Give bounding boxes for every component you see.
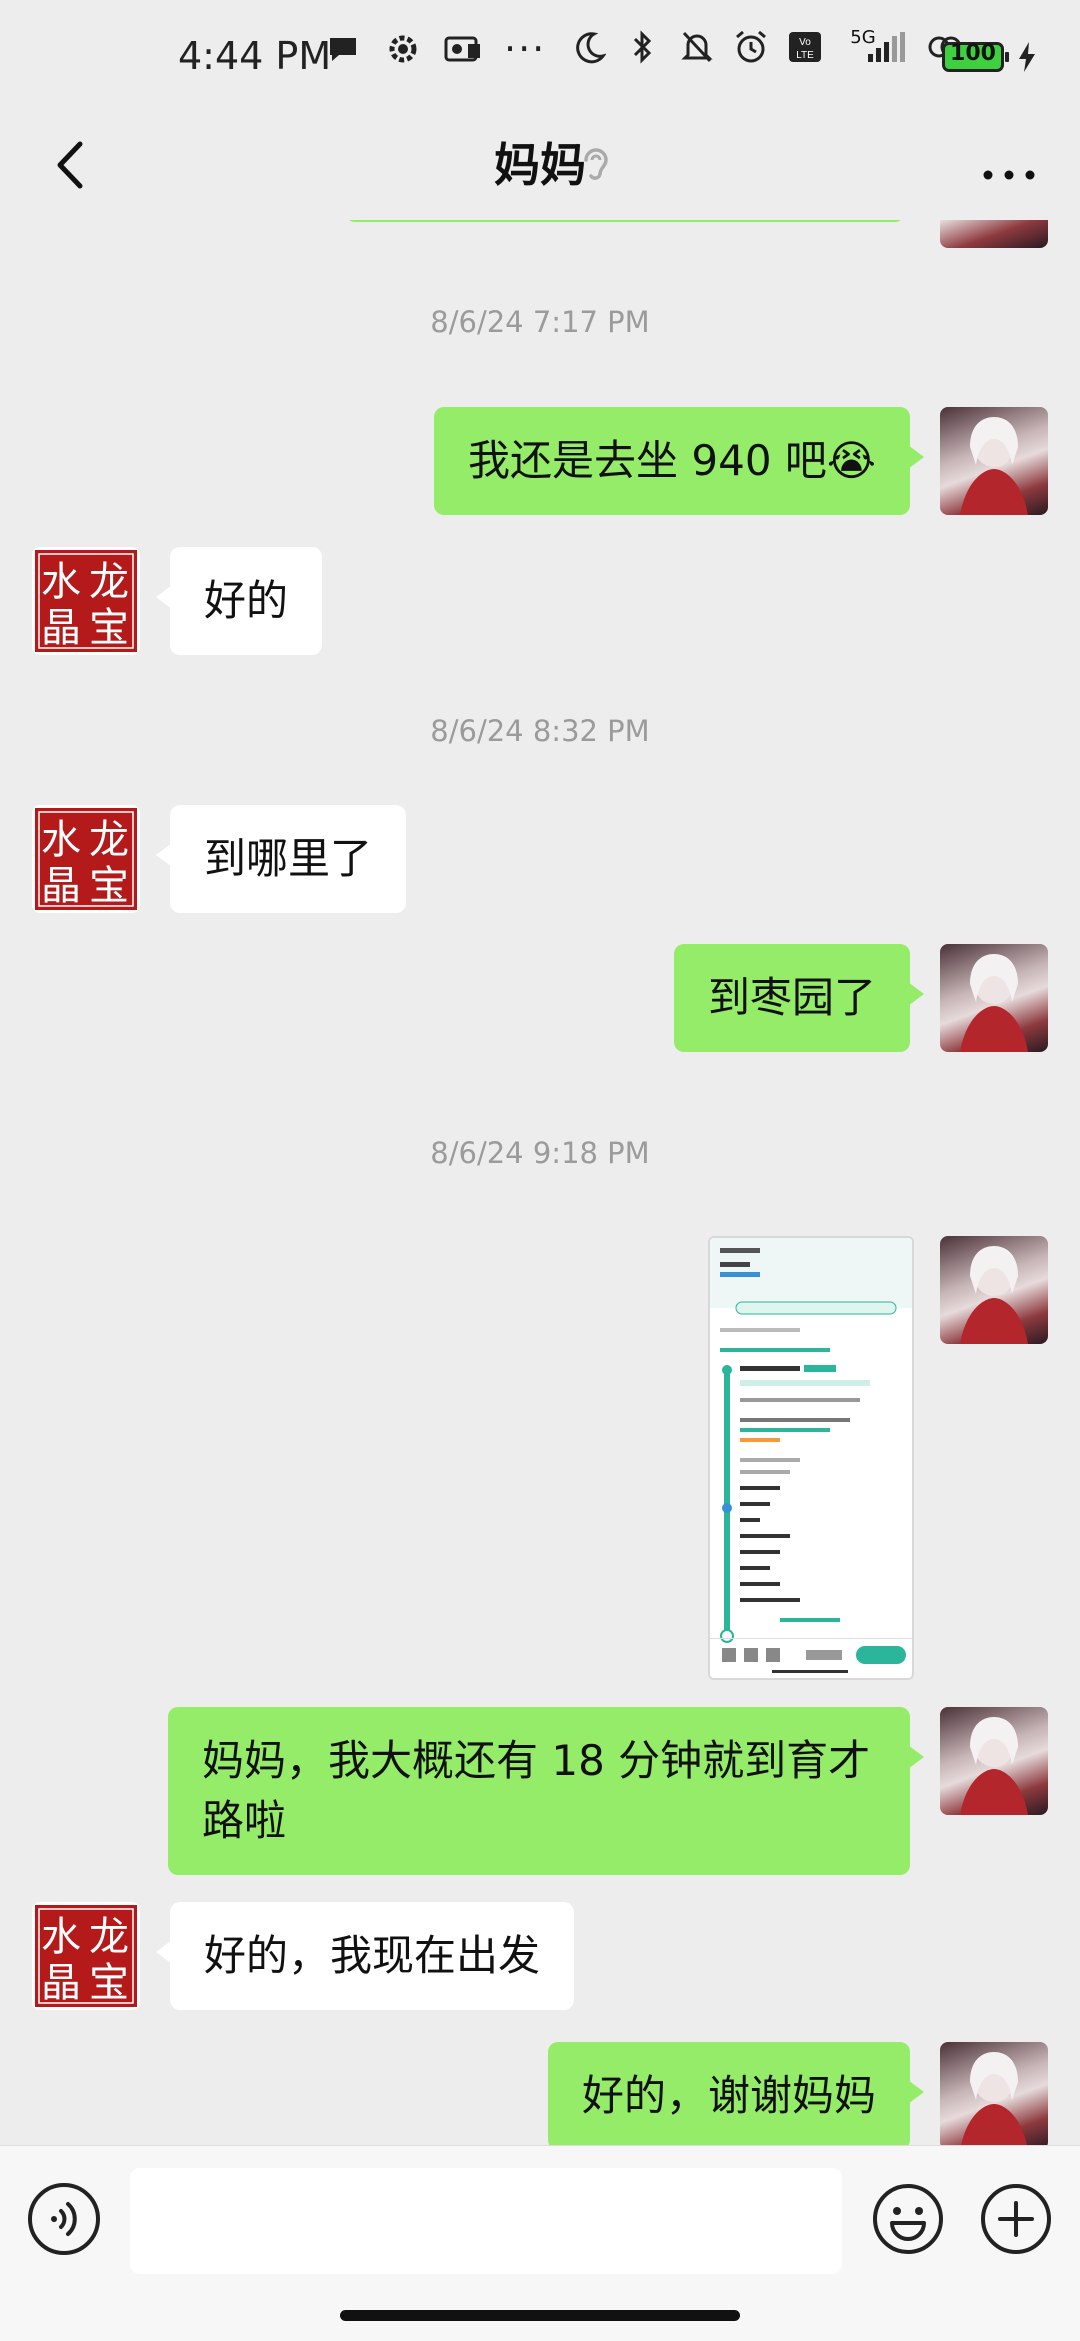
volte-icon: Vo LTE (786, 28, 824, 66)
svg-text:宝: 宝 (89, 863, 129, 909)
plus-icon (981, 2184, 1051, 2254)
bluetooth-icon (624, 28, 662, 66)
svg-text:Vo: Vo (799, 37, 811, 48)
my-message-bubble[interactable]: 妈妈，我大概还有 18 分钟就到育才路啦 (168, 1707, 924, 1875)
my-message-bubble[interactable]: 我还是去坐 940 吧😭 (434, 407, 924, 515)
more-button[interactable] (974, 130, 1044, 200)
voice-icon (51, 2202, 77, 2236)
previous-message-bubble (345, 220, 905, 222)
ear-icon (584, 148, 608, 180)
smiley-icon (873, 2184, 943, 2254)
bus-route-screenshot (710, 1238, 912, 1678)
bell-mute-icon (678, 28, 716, 66)
seal-char: 龙 (89, 559, 129, 605)
more-actions-button[interactable] (978, 2181, 1054, 2257)
mom-avatar[interactable]: 水龙晶宝 (32, 1902, 140, 2010)
seal-char: 晶 (41, 605, 81, 651)
svg-text:水: 水 (41, 817, 81, 863)
voice-button[interactable] (28, 2183, 100, 2255)
message-list[interactable]: 8/6/24 7:17 PM 我还是去坐 940 吧😭 水龙晶宝 好的 8/6/… (0, 220, 1080, 2145)
emoji-button[interactable] (870, 2181, 946, 2257)
battery-icon: 100 (942, 41, 1009, 72)
image-message[interactable] (708, 1236, 914, 1680)
svg-text:晶: 晶 (41, 1960, 81, 2006)
chat-title: 妈妈 (494, 138, 586, 192)
more-icon (983, 170, 1035, 180)
my-message-bubble[interactable]: 到枣园了 (673, 944, 925, 1052)
my-message-bubble[interactable]: 好的，谢谢妈妈 (547, 2042, 925, 2145)
svg-text:龙: 龙 (89, 1914, 129, 1960)
my-avatar[interactable] (940, 2042, 1048, 2145)
svg-text:LTE: LTE (796, 50, 814, 61)
alarm-icon (732, 28, 770, 66)
timestamp: 8/6/24 9:18 PM (430, 1136, 650, 1170)
svg-text:宝: 宝 (89, 1960, 129, 2006)
timestamp: 8/6/24 8:32 PM (430, 714, 650, 748)
mom-message-bubble[interactable]: 好的，我现在出发 (155, 1902, 575, 2010)
seal-char: 宝 (89, 605, 129, 651)
mom-avatar[interactable]: 水龙晶宝 (32, 547, 140, 655)
battery-level: 100 (950, 41, 996, 66)
timestamp: 8/6/24 7:17 PM (430, 305, 650, 339)
gear-icon (384, 30, 422, 68)
status-left-icons: ··· (324, 30, 546, 68)
svg-text:龙: 龙 (89, 817, 129, 863)
svg-text:晶: 晶 (41, 863, 81, 909)
moon-icon (570, 28, 608, 66)
my-avatar[interactable] (940, 1236, 1048, 1344)
mom-message-bubble[interactable]: 到哪里了 (155, 805, 407, 913)
status-right-icons: Vo LTE 5G (570, 26, 964, 66)
svg-text:水: 水 (41, 1914, 81, 1960)
mom-message-bubble[interactable]: 好的 (155, 547, 323, 655)
home-indicator[interactable] (340, 2310, 740, 2321)
status-time: 4:44 PM (178, 34, 332, 78)
my-avatar[interactable] (940, 1707, 1048, 1815)
signal-icon: 5G (840, 26, 910, 66)
card-icon (444, 30, 482, 68)
status-bar: 4:44 PM ··· Vo LTE 5G 100 (0, 0, 1080, 110)
chat-header: 妈妈 (0, 110, 1080, 220)
charging-icon (1019, 42, 1035, 72)
mom-avatar[interactable]: 水龙晶宝 (32, 805, 140, 913)
message-input[interactable] (130, 2168, 842, 2274)
seal-char: 水 (41, 559, 81, 605)
status-more-dots: ··· (504, 27, 547, 71)
chat-bubble-icon (324, 30, 362, 68)
my-avatar[interactable] (940, 220, 1048, 248)
my-avatar[interactable] (940, 407, 1048, 515)
my-avatar[interactable] (940, 944, 1048, 1052)
network-label: 5G (850, 26, 876, 48)
